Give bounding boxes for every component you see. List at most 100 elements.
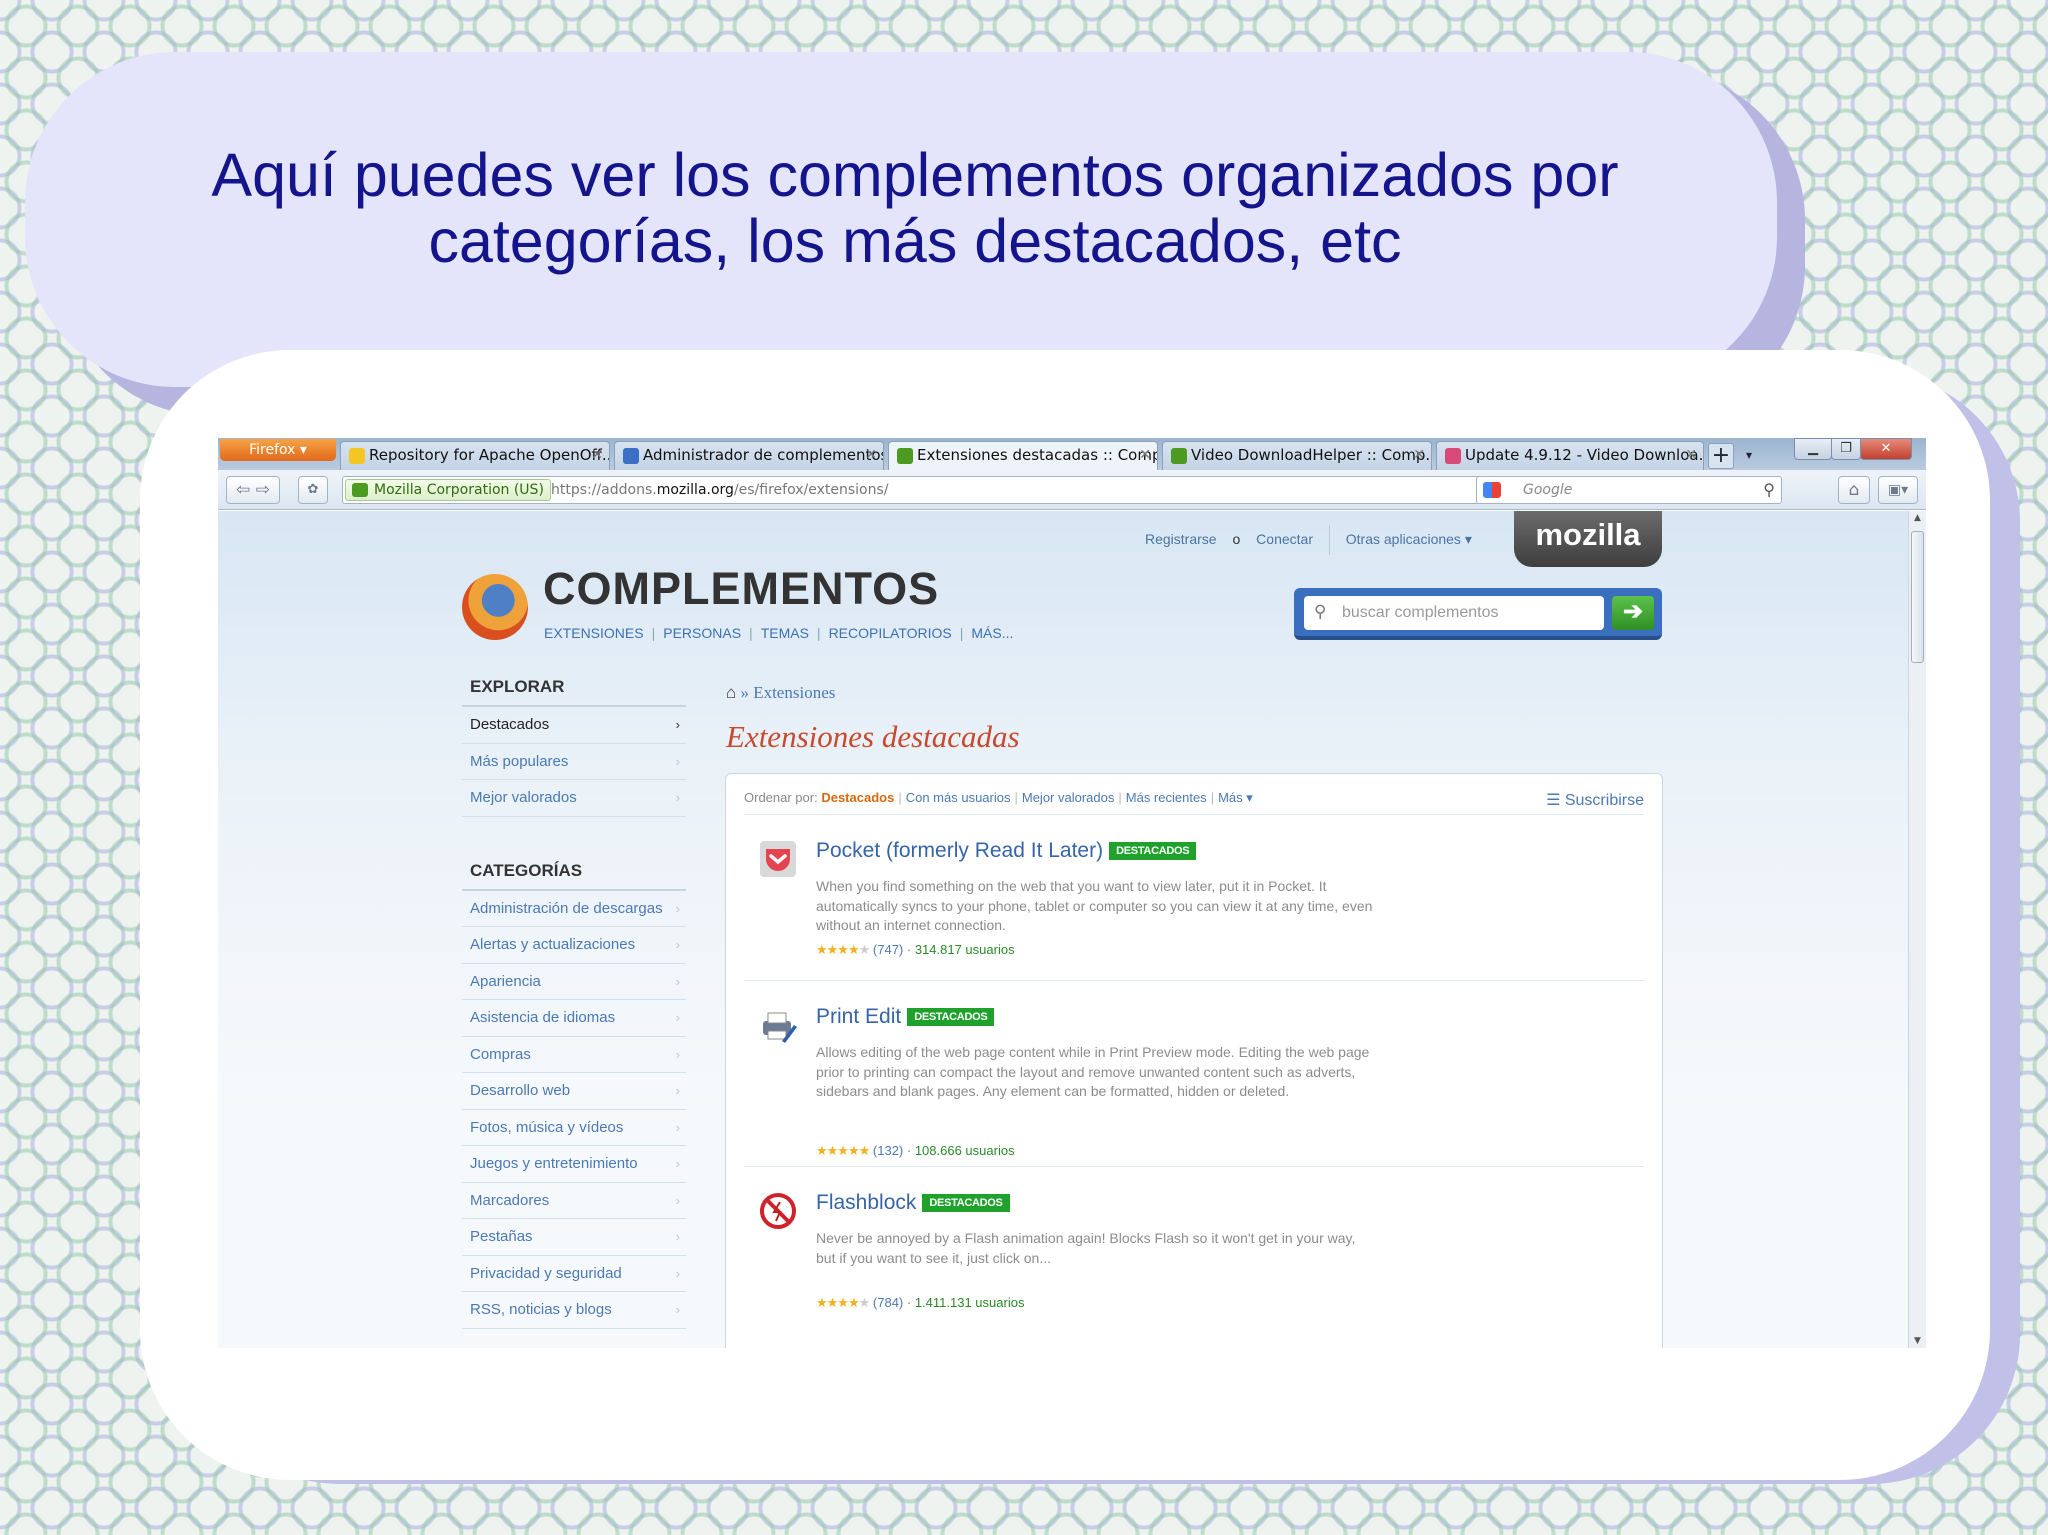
top-links: Registrarse o Conectar Otras aplicacione… bbox=[1145, 525, 1484, 555]
sidebar-item[interactable]: Compras › bbox=[462, 1037, 686, 1073]
back-forward-buttons[interactable]: ⇦ ⇨ bbox=[226, 476, 280, 504]
section-nav-link[interactable]: TEMAS bbox=[761, 625, 809, 641]
firefox-logo-icon[interactable] bbox=[462, 574, 528, 640]
close-window-icon[interactable]: ✕ bbox=[1860, 438, 1912, 460]
tab-label: Video DownloadHelper :: Comp... bbox=[1191, 446, 1432, 464]
brand-title[interactable]: COMPLEMENTOS bbox=[543, 563, 939, 615]
addon-name-link[interactable]: Flashblock DESTACADOS bbox=[816, 1191, 1010, 1215]
browser-tab[interactable]: Extensiones destacadas :: Comp... ✕ bbox=[888, 441, 1158, 470]
chevron-right-icon: › bbox=[675, 973, 680, 989]
sidebar-item[interactable]: Mejor valorados › bbox=[462, 780, 686, 817]
sidebar-item-label: Asistencia de idiomas bbox=[470, 1009, 616, 1026]
sidebar-item[interactable]: Privacidad y seguridad › bbox=[462, 1256, 686, 1292]
sidebar-item-label: Marcadores bbox=[470, 1191, 550, 1209]
tab-label: Extensiones destacadas :: Comp... bbox=[917, 446, 1158, 464]
tab-list-icon[interactable]: ▾ bbox=[1738, 443, 1760, 469]
flashblock-icon[interactable] bbox=[758, 1191, 798, 1231]
breadcrumb-extensions-link[interactable]: » Extensiones bbox=[740, 683, 835, 702]
sort-option[interactable]: Con más usuarios bbox=[906, 790, 1011, 805]
sort-option[interactable]: Más recientes bbox=[1126, 790, 1207, 805]
sidebar-item[interactable]: Más populares › bbox=[462, 744, 686, 780]
sidebar-item[interactable]: Juegos y entretenimiento › bbox=[462, 1146, 686, 1183]
addon-description: When you find something on the web that … bbox=[816, 878, 1373, 933]
addon-bar-icon[interactable]: ▣▾ bbox=[1878, 476, 1918, 504]
home-breadcrumb-icon[interactable]: ⌂ bbox=[726, 683, 736, 702]
addon-item: Flashblock DESTACADOS Never be annoyed by … bbox=[744, 1166, 1644, 1348]
sidebar-item[interactable]: RSS, noticias y blogs › bbox=[462, 1292, 686, 1329]
connect-link[interactable]: Conectar bbox=[1256, 531, 1313, 547]
mozilla-badge[interactable]: mozilla bbox=[1514, 511, 1662, 567]
search-go-button[interactable]: ➔ bbox=[1612, 596, 1654, 630]
new-tab-button[interactable]: + bbox=[1708, 443, 1734, 469]
nav-separator: | bbox=[749, 625, 753, 641]
nav-separator: | bbox=[651, 625, 656, 641]
navigation-toolbar: ⇦ ⇨ ✿ Mozilla Corporation (US) https://a… bbox=[218, 470, 1926, 510]
sidebar-item[interactable]: Marcadores › bbox=[462, 1183, 686, 1219]
search-icon[interactable]: ⚲ bbox=[1763, 477, 1775, 503]
section-nav-link[interactable]: EXTENSIONES bbox=[544, 625, 644, 641]
pocket-icon[interactable] bbox=[758, 839, 798, 879]
sidebar-item-label: Alertas y actualizaciones bbox=[470, 936, 636, 953]
section-nav-link[interactable]: PERSONAS bbox=[663, 625, 741, 641]
firefox-menu-button[interactable]: Firefox ▾ bbox=[220, 439, 336, 461]
scroll-down-icon[interactable]: ▼ bbox=[1909, 1336, 1926, 1346]
web-search-placeholder: Google bbox=[1523, 482, 1573, 498]
sort-option[interactable]: Destacados bbox=[821, 790, 894, 805]
sidebar-item[interactable]: Alertas y actualizaciones › bbox=[462, 927, 686, 964]
review-count-link[interactable]: (132) bbox=[873, 1143, 903, 1158]
sidebar-item[interactable]: Pestañas › bbox=[462, 1219, 686, 1256]
addon-name[interactable]: Pocket (formerly Read It Later) bbox=[816, 839, 1103, 862]
maximize-icon[interactable]: ❐ bbox=[1831, 438, 1861, 460]
sort-separator: | bbox=[1014, 790, 1018, 805]
addon-name-link[interactable]: Pocket (formerly Read It Later) DESTACADO… bbox=[816, 839, 1197, 863]
browser-tab[interactable]: Administrador de complementos ✕ bbox=[614, 441, 884, 470]
web-search-bar[interactable]: Google ⚲ bbox=[1476, 476, 1782, 504]
home-icon[interactable]: ⌂ bbox=[1838, 476, 1870, 504]
section-nav-link[interactable]: RECOPILATORIOS bbox=[829, 625, 952, 641]
sidebar-item[interactable]: Desarrollo web › bbox=[462, 1073, 686, 1110]
tab-close-icon[interactable]: ✕ bbox=[1685, 442, 1697, 469]
url-text[interactable]: https://addons.mozilla.org/es/firefox/ex… bbox=[551, 477, 888, 503]
categories-heading: CATEGORÍAS bbox=[462, 855, 686, 891]
sidebar-item[interactable]: Fotos, música y vídeos › bbox=[462, 1110, 686, 1146]
other-apps-link[interactable]: Otras aplicaciones ▾ bbox=[1346, 531, 1472, 547]
addon-meta: ★★★★★ (747) · 314.817 usuarios bbox=[816, 942, 1015, 957]
addon-name[interactable]: Print Edit bbox=[816, 1005, 901, 1028]
tab-close-icon[interactable]: ✕ bbox=[865, 442, 877, 469]
browser-tab[interactable]: Repository for Apache OpenOff... ✕ bbox=[340, 441, 610, 470]
addon-name[interactable]: Flashblock bbox=[816, 1191, 916, 1214]
scroll-up-icon[interactable]: ▲ bbox=[1909, 513, 1926, 523]
extension-icon[interactable]: ✿ bbox=[298, 476, 328, 504]
sidebar-item[interactable]: Apariencia › bbox=[462, 964, 686, 1000]
minimize-icon[interactable]: ▁ bbox=[1794, 438, 1832, 460]
tab-close-icon[interactable]: ✕ bbox=[591, 442, 603, 469]
register-link[interactable]: Registrarse bbox=[1145, 531, 1217, 547]
review-count-link[interactable]: (747) bbox=[873, 942, 903, 957]
sort-separator: | bbox=[898, 790, 902, 805]
browser-tab[interactable]: Video DownloadHelper :: Comp... ✕ bbox=[1162, 441, 1432, 470]
sort-option[interactable]: Mejor valorados bbox=[1022, 790, 1115, 805]
page-title: Extensiones destacadas bbox=[726, 719, 1020, 754]
tab-favicon-icon bbox=[1171, 448, 1187, 464]
sidebar-item[interactable]: Administración de descargas › bbox=[462, 891, 686, 927]
review-count-link[interactable]: (784) bbox=[873, 1295, 903, 1310]
search-engine-icon[interactable] bbox=[1483, 482, 1501, 498]
featured-badge: DESTACADOS bbox=[1109, 842, 1197, 861]
site-identity-button[interactable]: Mozilla Corporation (US) bbox=[345, 479, 551, 501]
addons-search-input[interactable]: buscar complementos bbox=[1304, 596, 1604, 630]
printer-icon[interactable] bbox=[758, 1005, 798, 1045]
sidebar-item[interactable]: Asistencia de idiomas › bbox=[462, 1000, 686, 1037]
subscribe-link[interactable]: ☰ Suscribirse bbox=[1546, 790, 1644, 810]
chevron-right-icon: › bbox=[675, 790, 680, 805]
sidebar-item[interactable]: Destacados › bbox=[462, 707, 686, 744]
addon-item: Print Edit DESTACADOS Allows editing of th… bbox=[744, 980, 1644, 1166]
sort-option[interactable]: Más ▾ bbox=[1218, 790, 1253, 805]
section-nav-link[interactable]: MÁS... bbox=[971, 625, 1013, 641]
addons-search-box: buscar complementos ⚲ ➔ bbox=[1294, 588, 1662, 640]
scrollbar-thumb[interactable] bbox=[1911, 531, 1924, 663]
browser-tab[interactable]: Update 4.9.12 - Video Downloa... ✕ bbox=[1436, 441, 1704, 470]
tab-close-icon[interactable]: ✕ bbox=[1413, 442, 1425, 469]
addon-name-link[interactable]: Print Edit DESTACADOS bbox=[816, 1005, 995, 1029]
tab-close-icon[interactable]: ✕ bbox=[1139, 442, 1151, 469]
vertical-scrollbar[interactable]: ▲ ▼ bbox=[1908, 511, 1926, 1348]
